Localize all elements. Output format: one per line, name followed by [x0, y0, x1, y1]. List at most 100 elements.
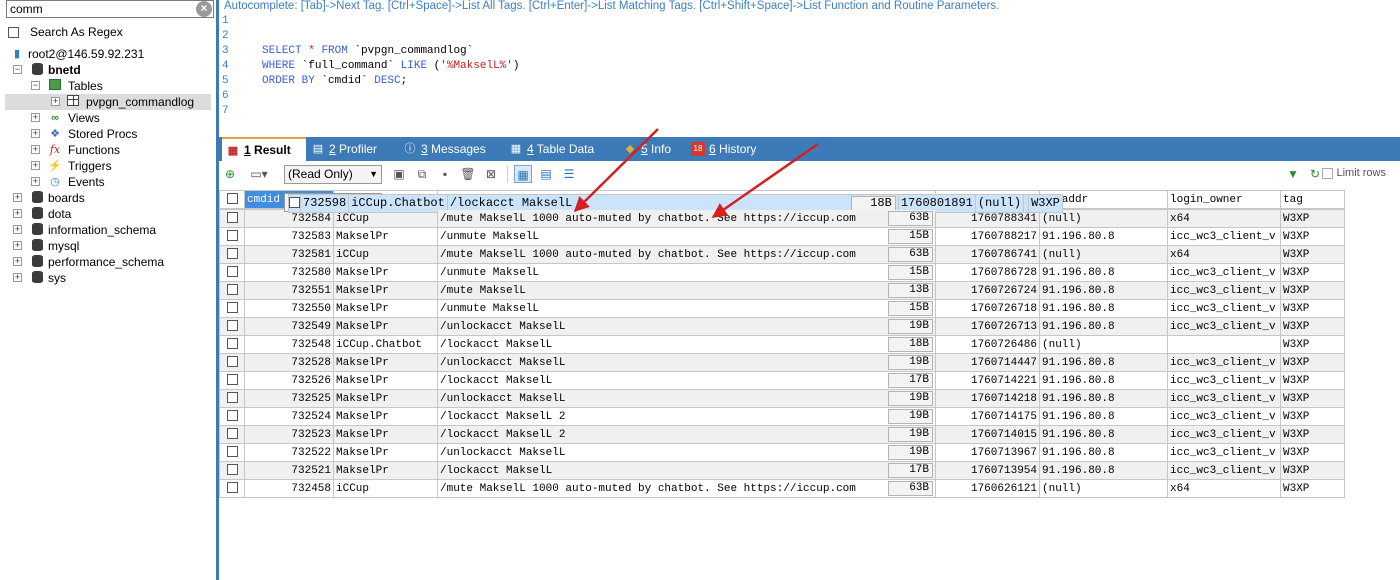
blob-size-button[interactable]: 19B — [888, 409, 933, 424]
filter-icon[interactable]: ▼ — [1284, 165, 1302, 183]
cell-ip-addr[interactable]: 91.196.80.8 — [1039, 371, 1168, 390]
cell-full-command[interactable]: /mute MakselL 1000 auto-muted by chatbot… — [437, 209, 936, 228]
cell-user-nick[interactable]: MakselPr — [333, 425, 438, 444]
cancel-changes-icon[interactable]: ⊠ — [482, 165, 500, 183]
row-select-cell[interactable] — [219, 245, 245, 264]
cell-full-command[interactable]: /unlockacct MakselL 19B — [437, 443, 936, 462]
row-checkbox[interactable] — [226, 392, 238, 404]
cell-login-owner[interactable]: icc_wc3_client_v — [1167, 227, 1281, 246]
insert-row-icon[interactable]: ▣ — [390, 165, 408, 183]
tree-node-mysql[interactable]: + mysql — [0, 238, 216, 254]
cell-exec-time[interactable]: 1760626121 — [935, 479, 1040, 498]
cell-exec-time[interactable]: 1760788217 — [935, 227, 1040, 246]
cell-exec-time[interactable]: 1760714221 — [935, 371, 1040, 390]
table-row[interactable]: 732583 MakselPr/unmute MakselL 15B 17607882… — [219, 227, 1345, 246]
row-select-cell[interactable] — [219, 299, 245, 318]
cell-exec-time[interactable]: 1760713954 — [935, 461, 1040, 480]
row-checkbox[interactable] — [226, 374, 238, 386]
cell-cmdid[interactable]: 732526 — [244, 371, 334, 390]
cell-login-owner[interactable]: x64 — [1167, 245, 1281, 264]
sql-line-order[interactable]: ORDER BY `cmdid` DESC; — [262, 75, 407, 87]
cell-user-nick[interactable]: MakselPr — [333, 299, 438, 318]
cell-full-command[interactable]: /unlockacct MakselL 19B — [437, 353, 936, 372]
grid-view-icon[interactable]: ▦ — [514, 165, 532, 183]
cell-tag[interactable]: W3XP — [1280, 407, 1345, 426]
table-row[interactable]: 732523 MakselPr/lockacct MakselL 2 19B 1760… — [219, 425, 1345, 444]
add-row-icon[interactable]: ⊕ — [221, 165, 239, 183]
expand-icon[interactable]: + — [31, 177, 40, 186]
export-dropdown-icon[interactable]: ▭▾ — [243, 165, 275, 183]
tree-node-performance-schema[interactable]: + performance_schema — [0, 254, 216, 270]
cell-ip-addr[interactable]: (null) — [1039, 335, 1168, 354]
cell-full-command[interactable]: /mute MakselL 1000 auto-muted by chatbot… — [437, 479, 936, 498]
blob-size-button[interactable]: 19B — [888, 391, 933, 406]
expand-icon[interactable]: + — [13, 193, 22, 202]
cell-exec-time[interactable]: 1760786728 — [935, 263, 1040, 282]
filter-input[interactable]: comm × — [6, 0, 214, 18]
blob-size-button[interactable]: 63B — [888, 481, 933, 496]
tree-node-dota[interactable]: + dota — [0, 206, 216, 222]
result-grid[interactable]: cmdid user_nick full_command exec_time i… — [219, 190, 1345, 498]
cell-full-command[interactable]: /mute MakselL 13B — [437, 281, 936, 300]
row-checkbox[interactable] — [226, 302, 238, 314]
row-checkbox[interactable] — [226, 248, 238, 260]
cell-cmdid[interactable]: 732549 — [244, 317, 334, 336]
cell-cmdid[interactable]: 732522 — [244, 443, 334, 462]
cell-user-nick[interactable]: iCCup.Chatbot — [348, 194, 448, 213]
sql-line-where[interactable]: WHERE `full_command` LIKE ('%MakselL%') — [262, 60, 519, 72]
cell-full-command[interactable]: /lockacct MakselL 17B — [437, 371, 936, 390]
cell-tag[interactable]: W3XP — [1280, 479, 1345, 498]
row-checkbox[interactable] — [226, 356, 238, 368]
cell-ip-addr[interactable]: 91.196.80.8 — [1039, 461, 1168, 480]
row-checkbox[interactable] — [226, 446, 238, 458]
cell-user-nick[interactable]: iCCup — [333, 479, 438, 498]
query-editor[interactable]: Autocomplete: [Tab]->Next Tag. [Ctrl+Spa… — [219, 0, 1400, 133]
row-checkbox[interactable] — [226, 230, 238, 242]
blob-size-button[interactable]: 15B — [888, 301, 933, 316]
tab-messages[interactable]: ⓘ 3 Messages — [399, 137, 499, 161]
blob-size-button[interactable]: 15B — [888, 229, 933, 244]
text-view-icon[interactable]: ☰ — [560, 165, 578, 183]
tab-table-data[interactable]: ▦ 4 Table Data — [505, 137, 615, 161]
cell-tag[interactable]: W3XP — [1280, 335, 1345, 354]
cell-tag[interactable]: W3XP — [1028, 194, 1063, 213]
cell-tag[interactable]: W3XP — [1280, 209, 1345, 228]
cell-cmdid[interactable]: 732524 — [244, 407, 334, 426]
cell-tag[interactable]: W3XP — [1280, 227, 1345, 246]
blob-size-button[interactable]: 17B — [888, 463, 933, 478]
filter-input-value[interactable]: comm — [10, 2, 43, 16]
expand-icon[interactable]: + — [31, 145, 40, 154]
cell-exec-time[interactable]: 1760726713 — [935, 317, 1040, 336]
tree-node-views[interactable]: + ∞ Views — [0, 110, 216, 126]
table-row[interactable]: 732528 MakselPr/unlockacct MakselL 19B 1760… — [219, 353, 1345, 372]
blob-size-button[interactable]: 17B — [888, 373, 933, 388]
cell-user-nick[interactable]: iCCup.Chatbot — [333, 335, 438, 354]
cell-user-nick[interactable]: MakselPr — [333, 263, 438, 282]
cell-exec-time[interactable]: 1760714218 — [935, 389, 1040, 408]
cell-exec-time[interactable]: 1760714175 — [935, 407, 1040, 426]
row-select-cell[interactable] — [219, 371, 245, 390]
cell-login-owner[interactable]: icc_wc3_client_v — [1167, 371, 1281, 390]
row-checkbox[interactable] — [226, 266, 238, 278]
cell-tag[interactable]: W3XP — [1280, 353, 1345, 372]
tab-history[interactable]: 18 6 History — [687, 137, 767, 161]
cell-ip-addr[interactable]: 91.196.80.8 — [1039, 389, 1168, 408]
cell-ip-addr[interactable]: 91.196.80.8 — [1039, 353, 1168, 372]
regex-option[interactable]: Search As Regex — [8, 25, 123, 41]
table-row[interactable]: 732550 MakselPr/unmute MakselL 15B 17607267… — [219, 299, 1345, 318]
table-row[interactable]: 732525 MakselPr/unlockacct MakselL 19B 1760… — [219, 389, 1345, 408]
table-row[interactable]: 732580 MakselPr/unmute MakselL 15B 17607867… — [219, 263, 1345, 282]
clear-filter-icon[interactable]: × — [196, 1, 212, 17]
row-select-cell[interactable] — [219, 425, 245, 444]
tree-node-stored-procs[interactable]: + ❖ Stored Procs — [0, 126, 216, 142]
cell-login-owner[interactable]: x64 — [1167, 209, 1281, 228]
cell-ip-addr[interactable]: 91.196.80.8 — [1039, 443, 1168, 462]
row-select-cell[interactable] — [219, 209, 245, 228]
row-select-cell[interactable] — [219, 479, 245, 498]
cell-full-command[interactable]: /unmute MakselL 15B — [437, 227, 936, 246]
cell-login-owner[interactable]: icc_wc3_client_v — [1167, 299, 1281, 318]
cell-login-owner[interactable]: icc_wc3_client_v — [1167, 443, 1281, 462]
column-header-login-owner[interactable]: login_owner — [1167, 190, 1281, 209]
expand-icon[interactable]: + — [13, 273, 22, 282]
table-row[interactable]: 732551 MakselPr/mute MakselL 13B 1760726724… — [219, 281, 1345, 300]
